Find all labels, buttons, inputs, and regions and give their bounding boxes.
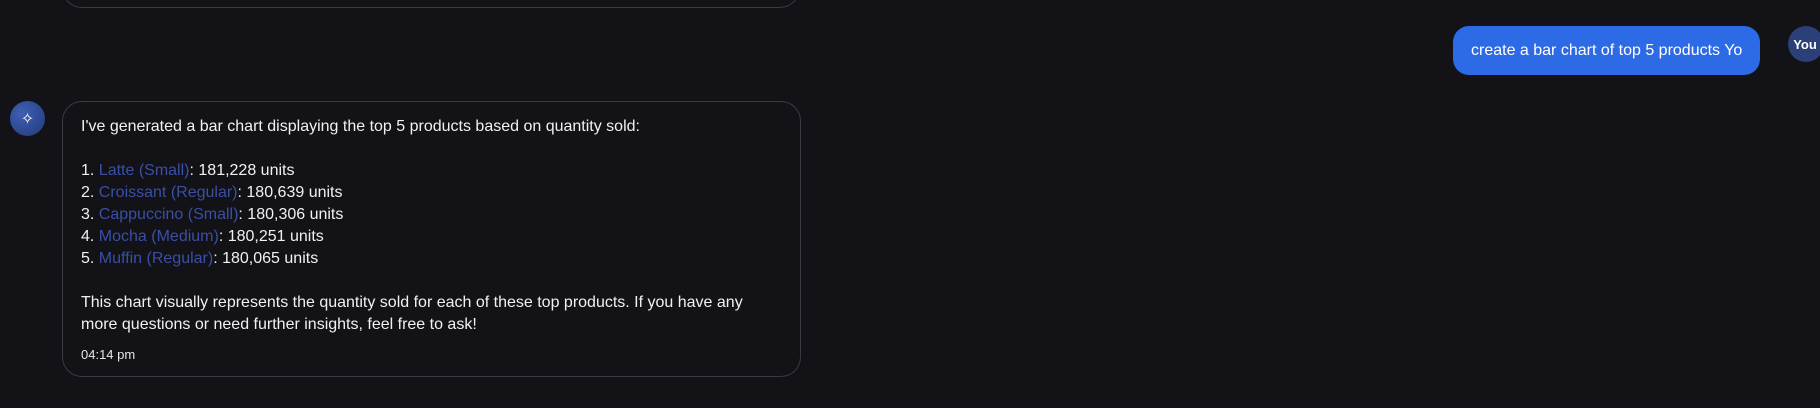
user-avatar-label: You	[1793, 36, 1817, 52]
assistant-avatar: ✧	[10, 101, 45, 136]
list-item-value: : 181,228 units	[189, 162, 295, 179]
assistant-intro-text: I've generated a bar chart displaying th…	[81, 118, 640, 135]
list-item-value: : 180,065 units	[213, 250, 319, 267]
message-timestamp: 04:14 pm	[81, 347, 136, 362]
assistant-outro-text: This chart visually represents the quant…	[81, 294, 743, 333]
user-message-text: create a bar chart of top 5 products Yo	[1471, 41, 1743, 59]
list-item-number: 4.	[81, 228, 95, 245]
list-item-value: : 180,306 units	[238, 206, 344, 223]
list-item: 3. Cappuccino (Small): 180,306 units	[81, 204, 782, 226]
list-item-number: 2.	[81, 184, 95, 201]
top-products-list: 1. Latte (Small): 181,228 units 2. Crois…	[81, 160, 782, 270]
list-item-number: 1.	[81, 162, 95, 179]
list-item-number: 5.	[81, 250, 95, 267]
list-item: 4. Mocha (Medium): 180,251 units	[81, 226, 782, 248]
product-link[interactable]: Mocha (Medium)	[99, 228, 219, 245]
product-link[interactable]: Croissant (Regular)	[99, 184, 238, 201]
list-item: 1. Latte (Small): 181,228 units	[81, 160, 782, 182]
previous-message-bubble	[62, 0, 800, 8]
user-avatar: You	[1788, 26, 1820, 62]
user-message-bubble: create a bar chart of top 5 products Yo	[1453, 26, 1761, 75]
list-item: 5. Muffin (Regular): 180,065 units	[81, 248, 782, 270]
product-link[interactable]: Latte (Small)	[99, 162, 190, 179]
product-link[interactable]: Muffin (Regular)	[99, 250, 213, 267]
sparkle-icon: ✧	[20, 110, 35, 128]
list-item-value: : 180,251 units	[218, 228, 324, 245]
assistant-message-bubble: I've generated a bar chart displaying th…	[62, 101, 801, 377]
list-item: 2. Croissant (Regular): 180,639 units	[81, 182, 782, 204]
list-item-number: 3.	[81, 206, 95, 223]
chat-page: create a bar chart of top 5 products Yo …	[0, 0, 1820, 408]
product-link[interactable]: Cappuccino (Small)	[99, 206, 239, 223]
list-item-value: : 180,639 units	[237, 184, 343, 201]
